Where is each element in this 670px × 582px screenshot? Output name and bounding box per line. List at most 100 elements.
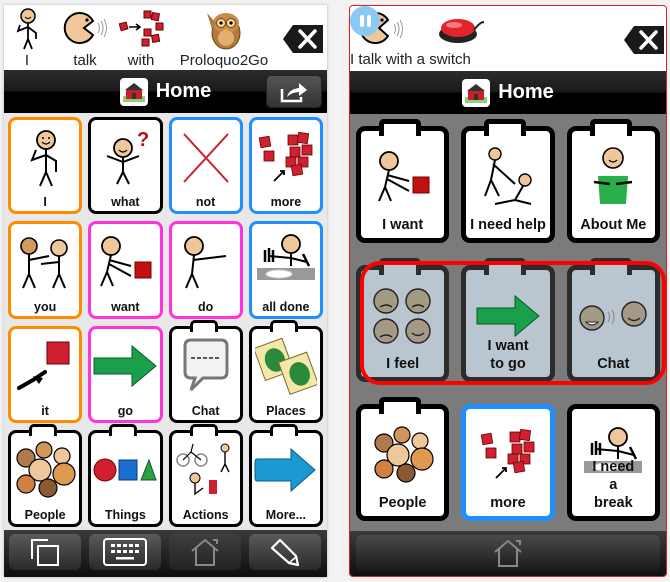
cell-label: I need a break [592, 459, 635, 511]
svg-text:?: ? [137, 129, 149, 151]
bottom-toolbar [4, 530, 327, 577]
grid-cell-more[interactable]: More... [248, 423, 323, 527]
message-word[interactable]: Proloquo2Go [174, 7, 274, 69]
cell-label: more [490, 495, 526, 511]
keyboard-icon [103, 538, 147, 566]
cell-label: I want to go [487, 338, 529, 372]
bottom-toolbar [350, 531, 666, 576]
cell-label: Chat [597, 356, 630, 372]
cell-label: what [111, 195, 140, 210]
keyboard-button[interactable] [89, 534, 161, 570]
grid-cell-what[interactable]: ? what [88, 117, 163, 215]
grid-cell-you[interactable]: you [8, 221, 83, 319]
vocabulary-grid: I? what not more you want do all done it go Chat Pl… [4, 113, 327, 530]
grid-cell-i-want[interactable]: I want [356, 119, 450, 243]
home-button[interactable] [356, 535, 660, 571]
grid-cell-chat[interactable]: Chat [566, 258, 660, 382]
group-faces-icon [11, 437, 79, 504]
person-reaching-cube-icon [361, 135, 444, 218]
person-helping-icon [466, 135, 549, 218]
grid-cell-about-me[interactable]: About Me [566, 119, 660, 243]
message-bar[interactable]: I talk with a switch [350, 6, 666, 71]
page-header: Home [4, 70, 327, 113]
grid-cell-people[interactable]: People [356, 397, 450, 521]
pencil-icon [270, 538, 300, 567]
clear-message-button[interactable] [283, 25, 323, 53]
cell-label: People [24, 508, 66, 522]
message-word[interactable]: talk [60, 7, 110, 69]
message-text: I talk with a switch [350, 51, 471, 68]
cell-label: Chat [191, 403, 220, 418]
person-reaching-icon [172, 228, 240, 295]
cell-label: More... [265, 508, 307, 522]
red-squares-icon [252, 124, 320, 191]
cell-label: more [270, 195, 302, 210]
cell-label: go [117, 403, 134, 418]
grid-cell-actions[interactable]: Actions [168, 423, 243, 527]
grid-cell-i-need-a-break[interactable]: I need a break [566, 404, 660, 521]
two-people-pointing-icon [11, 228, 79, 295]
person-pointing-self-icon [10, 7, 44, 51]
grid-cell-things[interactable]: Things [88, 423, 163, 527]
grid-cell-want[interactable]: want [88, 221, 163, 319]
cell-label: I feel [386, 356, 420, 372]
grid-cell-go[interactable]: go [88, 325, 163, 423]
maps-icon [252, 333, 320, 400]
copy-button[interactable] [9, 534, 81, 570]
edit-button[interactable] [249, 534, 321, 570]
person-empty-plate-icon [252, 228, 320, 295]
page-title: Home [155, 80, 212, 102]
grid-cell-places[interactable]: Places [248, 319, 323, 423]
hand-pointing-square-icon [11, 333, 79, 400]
right-screen: I talk with a switch Home I want I need h… [349, 5, 667, 577]
grid-cell-i-want-to-go[interactable]: I want to go [461, 258, 555, 382]
red-switch-button-icon [436, 12, 486, 46]
grid-cell-all-done[interactable]: all done [248, 221, 323, 319]
vocabulary-grid: I want I need help About Me I feel I want to… [350, 114, 666, 531]
grid-cell-i-feel[interactable]: I feel [356, 258, 450, 382]
grid-cell-people[interactable]: People [8, 423, 83, 527]
cell-label: Places [266, 403, 306, 418]
clear-message-icon [624, 26, 664, 54]
message-word[interactable]: I [10, 7, 44, 69]
share-icon [280, 82, 307, 102]
person-pointing-self-icon [11, 124, 79, 191]
blue-arrow-icon [252, 437, 320, 504]
clear-message-button[interactable] [624, 26, 664, 54]
red-x-icon [172, 124, 240, 191]
grid-cell-i[interactable]: I [8, 117, 83, 215]
talking-head-icon [60, 7, 110, 51]
pause-icon[interactable] [350, 6, 380, 36]
person-question-icon: ? [91, 124, 159, 191]
cell-label: you [34, 299, 57, 314]
cell-label: it [41, 403, 49, 418]
grid-cell-it[interactable]: it [8, 325, 83, 423]
grid-cell-do[interactable]: do [168, 221, 243, 319]
green-arrow-icon [91, 333, 159, 400]
grid-cell-i-need-help[interactable]: I need help [461, 119, 555, 243]
clear-message-icon [283, 25, 323, 53]
grid-cell-chat[interactable]: Chat [168, 319, 243, 423]
chatting-faces-icon [572, 274, 655, 357]
grid-cell-not[interactable]: not [168, 117, 243, 215]
speech-bubble-icon [172, 333, 240, 400]
person-reaching-cube-icon [91, 228, 159, 295]
home-button[interactable] [169, 534, 241, 570]
actions-icon [172, 437, 240, 504]
message-bar[interactable]: I talk with Proloquo2Go [4, 5, 327, 70]
house-icon [119, 77, 148, 106]
cell-label: not [195, 195, 216, 210]
cell-label: I need help [470, 217, 546, 233]
cell-label: Actions [182, 508, 229, 522]
home-icon [494, 539, 522, 567]
message-word[interactable]: with [116, 7, 166, 69]
cell-label: People [378, 495, 427, 511]
grid-cell-more[interactable]: more [248, 117, 323, 215]
page-header: Home [350, 71, 666, 114]
cell-label: do [197, 299, 214, 314]
cell-label: Things [104, 508, 146, 522]
share-button[interactable] [266, 75, 322, 108]
grid-cell-more[interactable]: more [461, 404, 555, 521]
cell-label: all done [262, 299, 310, 314]
cell-label: want [111, 299, 140, 314]
